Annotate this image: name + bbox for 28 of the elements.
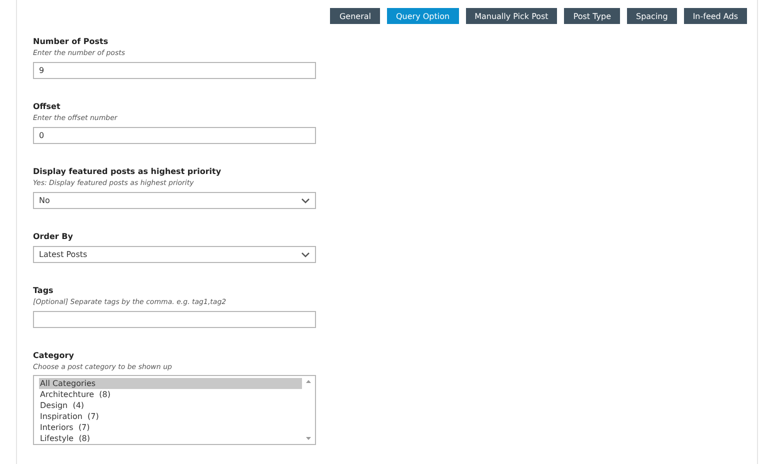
tab-button[interactable]: General <box>330 8 380 24</box>
scroll-down-icon <box>306 437 310 440</box>
scroll-up-icon <box>306 380 310 383</box>
input-field[interactable]: 9 <box>33 62 316 79</box>
tab-button[interactable]: Query Option <box>387 8 459 24</box>
select-field[interactable]: Latest Posts <box>33 246 316 263</box>
input-field[interactable]: 0 <box>33 127 316 144</box>
select-field[interactable]: No <box>33 192 316 209</box>
field-label: Display featured posts as highest priority <box>33 167 222 176</box>
tab-button[interactable]: In-feed Ads <box>684 8 747 24</box>
field-label: Tags <box>33 286 54 295</box>
list-option[interactable]: Lifestyle (8) <box>39 433 302 444</box>
field-label: Offset <box>33 102 62 111</box>
list-option[interactable]: Inspiration (7) <box>39 411 302 422</box>
field-label: Number of Posts <box>33 37 110 46</box>
list-option[interactable]: Architechture (8) <box>39 389 302 400</box>
chevron-down-icon <box>301 252 310 258</box>
list-option[interactable]: Interiors (7) <box>39 422 302 433</box>
field-label: Order By <box>33 232 74 241</box>
chevron-down-icon <box>301 198 310 204</box>
tab-button[interactable]: Spacing <box>626 8 677 24</box>
input-field[interactable] <box>33 311 316 328</box>
category-listbox[interactable]: All Categories Architechture (8) Design (4) Inspiration (7) Interiors (7) Lifestyle (8) <box>33 375 316 445</box>
list-option[interactable]: Design (4) <box>39 400 302 411</box>
tab-button[interactable]: Manually Pick Post <box>466 8 558 24</box>
tab-button[interactable]: Post Type <box>564 8 620 24</box>
list-option[interactable]: All Categories <box>39 378 302 389</box>
field-label: Category <box>33 351 75 360</box>
